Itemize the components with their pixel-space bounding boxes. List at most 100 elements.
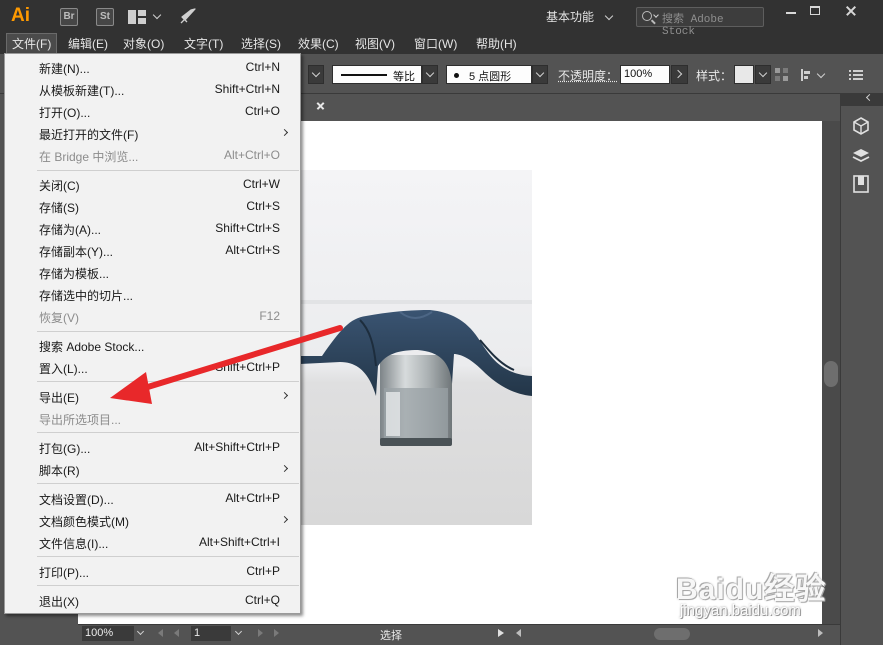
menu-effect[interactable]: 效果(C) [293,34,344,54]
document-tab[interactable] [296,94,340,116]
menu-item-search-adobe-stock[interactable]: 搜索 Adobe Stock... [5,334,300,356]
minimize-icon [786,12,796,14]
artboard-number-input[interactable]: 1 [191,626,231,641]
previous-artboard-icon[interactable] [174,629,179,637]
chevron-down-icon[interactable] [816,69,826,79]
scroll-left-icon[interactable] [516,629,521,637]
stock-button[interactable]: St [96,8,114,26]
artboard-dropdown-icon[interactable] [234,627,243,636]
graphic-style-swatch[interactable] [734,65,754,84]
brush-definition-select[interactable]: 5 点圆形 [446,65,532,84]
menu-item-new[interactable]: 新建(N)... Ctrl+N [5,56,300,78]
opacity-expand-button[interactable] [671,65,688,84]
align-icon[interactable] [799,67,815,83]
chevron-right-icon [673,69,683,79]
menu-item-save-copy[interactable]: 存储副本(Y)... Alt+Ctrl+S [5,239,300,261]
maximize-button[interactable] [804,3,826,19]
bridge-button[interactable]: Br [60,8,78,26]
arrange-grid-icon [128,10,146,24]
menu-item-new-from-template[interactable]: 从模板新建(T)... Shift+Ctrl+N [5,78,300,100]
opacity-input[interactable]: 100% [620,65,670,84]
menu-item-save-selected-slices[interactable]: 存储选中的切片... [5,283,300,305]
menu-item-scripts[interactable]: 脚本(R) [5,458,300,480]
scroll-right-icon[interactable] [818,629,823,637]
status-menu-icon[interactable] [498,629,504,637]
menu-item-file-info[interactable]: 文件信息(I)... Alt+Shift+Ctrl+I [5,531,300,553]
arrange-documents-button[interactable] [128,8,164,26]
menu-item-label: 存储选中的切片... [39,289,134,303]
menu-item-save-as-template[interactable]: 存储为模板... [5,261,300,283]
menu-item-shortcut: Ctrl+N [245,60,280,74]
menu-item-open-recent[interactable]: 最近打开的文件(F) [5,122,300,144]
menu-item-document-color-mode[interactable]: 文档颜色模式(M) [5,509,300,531]
menu-item-print[interactable]: 打印(P)... Ctrl+P [5,560,300,582]
last-artboard-icon[interactable] [274,629,279,637]
menu-select[interactable]: 选择(S) [236,34,286,54]
menu-item-label: 存储副本(Y)... [39,245,113,259]
menu-item-revert[interactable]: 恢复(V) F12 [5,305,300,327]
menu-window[interactable]: 窗口(W) [409,34,462,54]
stroke-profile-select[interactable]: 等比 [332,65,422,84]
menu-item-shortcut: Shift+Ctrl+N [214,82,280,96]
panel-collapse-bar[interactable] [841,93,883,106]
watermark-url: jingyan.baidu.com [680,602,801,619]
properties-icon[interactable] [851,174,871,194]
file-menu-dropdown: 新建(N)... Ctrl+N 从模板新建(T)... Shift+Ctrl+N… [4,53,301,614]
stroke-profile-dropdown[interactable] [422,65,438,84]
menu-object[interactable]: 对象(O) [118,34,169,54]
menu-item-save-as[interactable]: 存储为(A)... Shift+Ctrl+S [5,217,300,239]
baidu-watermark: Baidu经验 jingyan.baidu.com [676,564,846,624]
menu-item-close[interactable]: 关闭(C) Ctrl+W [5,173,300,195]
layers-icon[interactable] [851,146,871,166]
adobe-stock-search-input[interactable]: 搜索 Adobe Stock [636,7,764,38]
placed-image[interactable] [300,170,532,525]
opacity-label[interactable]: 不透明度： [558,67,618,84]
right-panel-dock [840,93,883,645]
menu-item-exit[interactable]: 退出(X) Ctrl+Q [5,589,300,611]
brush-dropdown[interactable] [532,65,548,84]
menu-item-place[interactable]: 置入(L)... Shift+Ctrl+P [5,356,300,378]
close-window-button[interactable] [840,3,862,19]
next-artboard-icon[interactable] [258,629,263,637]
menu-view[interactable]: 视图(V) [350,34,400,54]
menu-item-browse-in-bridge[interactable]: 在 Bridge 中浏览... Alt+Ctrl+O [5,144,300,166]
first-artboard-icon[interactable] [158,629,163,637]
variable-width-dropdown[interactable] [308,65,324,84]
menu-item-label: 从模板新建(T)... [39,84,125,98]
style-label: 样式： [696,69,733,83]
submenu-arrow-icon [280,128,289,137]
chevron-down-icon [311,68,321,78]
panel-menu-icon[interactable] [848,67,864,83]
menu-item-shortcut: Alt+Shift+Ctrl+P [194,440,280,454]
menu-separator [37,381,299,382]
minimize-button[interactable] [780,3,802,19]
vertical-scroll-thumb[interactable] [824,361,838,387]
libraries-icon[interactable] [851,116,871,136]
menu-item-save[interactable]: 存储(S) Ctrl+S [5,195,300,217]
horizontal-scroll-thumb[interactable] [654,628,690,640]
graphic-style-dropdown[interactable] [755,65,771,84]
menu-item-shortcut: F12 [259,309,280,323]
menu-help[interactable]: 帮助(H) [471,34,522,54]
menu-item-label: 最近打开的文件(F) [39,128,139,142]
menu-file[interactable]: 文件(F) [5,33,58,55]
status-text: 选择 [380,630,402,642]
menu-item-export[interactable]: 导出(E) [5,385,300,407]
menu-item-label: 存储为(A)... [39,223,101,237]
workspace-switcher[interactable]: 基本功能 [546,8,614,26]
menu-edit[interactable]: 编辑(E) [63,34,113,54]
menu-item-document-setup[interactable]: 文档设置(D)... Alt+Ctrl+P [5,487,300,509]
menu-item-label: 打印(P)... [39,566,89,580]
gpu-performance-icon[interactable] [178,6,198,26]
chevron-down-icon [425,68,435,78]
menu-item-label: 恢复(V) [39,311,79,325]
menu-type[interactable]: 文字(T) [179,34,228,54]
zoom-level-input[interactable]: 100% [82,626,134,641]
zoom-dropdown-icon[interactable] [136,627,145,636]
menu-item-package[interactable]: 打包(G)... Alt+Shift+Ctrl+P [5,436,300,458]
maximize-icon [810,6,820,15]
menu-item-export-selection[interactable]: 导出所选项目... [5,407,300,429]
vertical-scrollbar[interactable] [822,121,840,624]
menu-item-open[interactable]: 打开(O)... Ctrl+O [5,100,300,122]
recolor-artwork-icon[interactable] [774,67,790,83]
